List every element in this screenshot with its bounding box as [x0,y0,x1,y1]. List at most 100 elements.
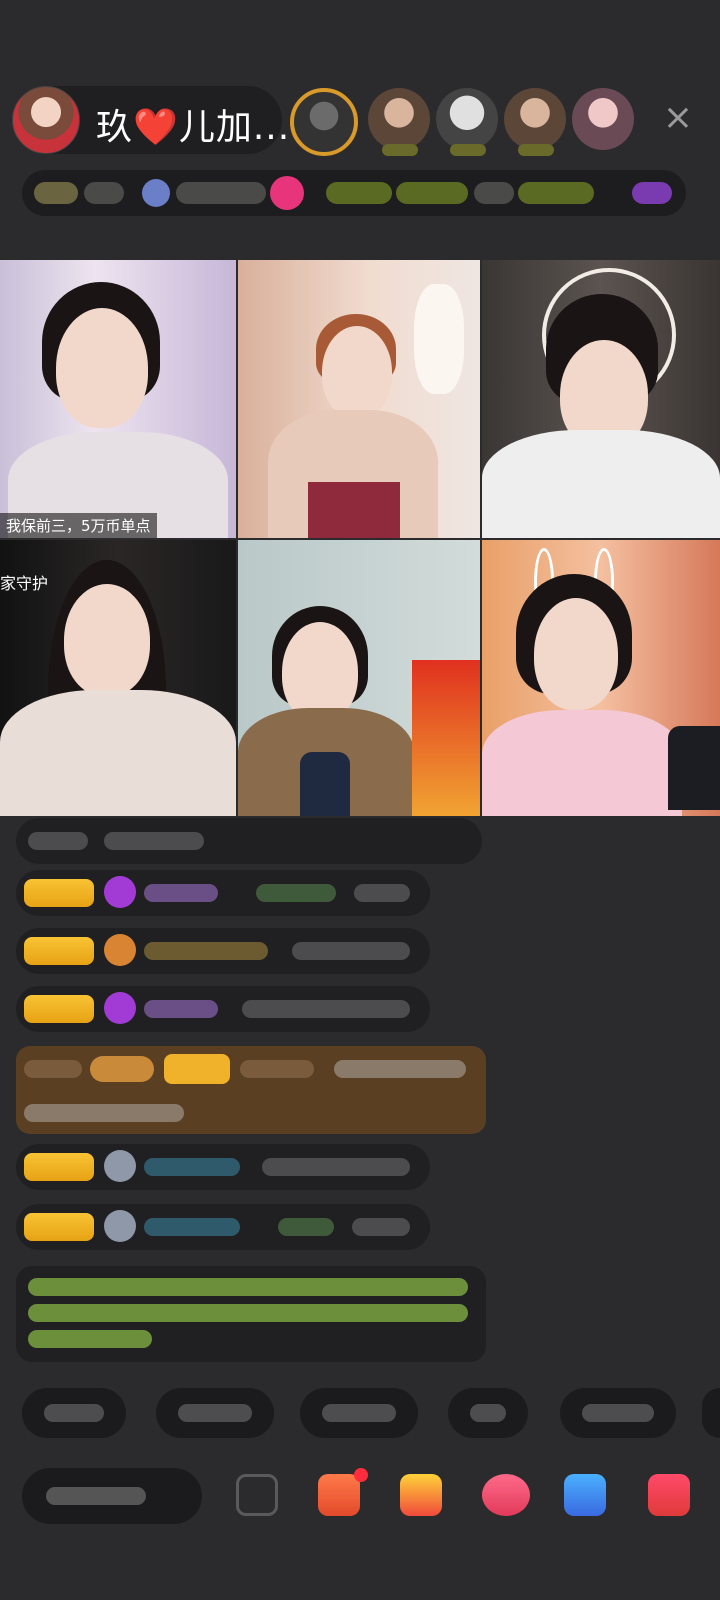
chat-message[interactable] [16,818,482,864]
tag [474,182,514,204]
more-icon[interactable] [648,1474,690,1516]
guest-face [322,326,392,418]
audience-rank-badge [518,144,554,156]
audience-avatar[interactable] [436,88,498,156]
blurred-text [24,1104,184,1122]
blurred-username[interactable] [144,1158,240,1176]
guest-video-tile[interactable] [238,540,480,816]
blurred-text [354,884,410,902]
badge [90,1056,154,1082]
badge [164,1054,230,1084]
tag [396,182,468,204]
gift-icon[interactable] [400,1474,442,1516]
quick-chip[interactable] [156,1388,274,1438]
gift-box-icon[interactable] [318,1474,360,1516]
gem-icon [104,1150,136,1182]
blurred-text [278,1218,334,1236]
audience-avatar[interactable] [368,88,430,156]
blurred-text [46,1487,146,1505]
guest-video-tile[interactable] [238,260,480,538]
tag [518,182,594,204]
comment-input[interactable] [22,1468,202,1524]
gem-icon [104,992,136,1024]
audience-avatar[interactable] [504,88,566,156]
guest-video-tile[interactable] [482,540,720,816]
gem-icon [104,876,136,908]
quick-chip[interactable] [702,1388,720,1438]
guest-body [482,430,720,538]
chat-message[interactable] [16,986,430,1032]
chat-message[interactable] [16,1144,430,1190]
heart-gift-icon[interactable] [270,176,304,210]
guest-video-tile[interactable]: 我保前三，5万币单点 [0,260,236,538]
audience-rank-badge [382,144,418,156]
audience-avatar[interactable] [572,88,634,150]
plush-bunny [414,284,464,394]
blurred-text [28,832,88,850]
host-name: 玖❤️儿加... [96,107,291,148]
blurred-text [582,1404,654,1422]
system-gift-notice[interactable] [16,1046,486,1134]
chat-message[interactable] [16,928,430,974]
guest-body [0,690,236,816]
blurred-text [24,1060,82,1078]
blurred-username[interactable] [144,884,218,902]
chat-message[interactable] [16,1204,430,1250]
host-avatar[interactable] [12,86,80,154]
level-badge [34,182,78,204]
lips-icon[interactable] [482,1474,530,1516]
guest-body [482,710,682,816]
gem-icon [104,934,136,966]
blurred-text [44,1404,104,1422]
audience-avatar[interactable] [290,88,358,156]
blurred-text [84,182,124,204]
blurred-text [334,1060,466,1078]
user-level-badge [24,995,94,1023]
tile-caption: 我保前三，5万币单点 [0,513,157,538]
notification-dot [354,1468,368,1482]
tag [326,182,392,204]
room-notice [16,1266,486,1362]
blurred-username[interactable] [144,1000,218,1018]
more-icon[interactable] [632,182,672,204]
microphone [668,726,720,810]
guest-video-tile[interactable]: 家守护 [0,540,236,816]
guest-face [64,584,150,696]
blurred-text [176,182,266,204]
guest-video-tile[interactable] [482,260,720,538]
quick-chip[interactable] [448,1388,528,1438]
multi-guest-video-grid: 我保前三，5万币单点 家守护 [0,260,720,816]
quick-chip[interactable] [560,1388,676,1438]
quick-chip[interactable] [22,1388,126,1438]
guest-face [534,598,618,710]
close-icon[interactable]: × [660,100,696,136]
guest-top [308,482,400,538]
guest-face [282,622,358,722]
host-info-pill[interactable]: 玖❤️儿加... [12,86,289,154]
gem-icon [104,1210,136,1242]
blurred-text [240,1060,314,1078]
microphone [300,752,350,816]
decor-poster [412,660,480,816]
blurred-text [104,832,204,850]
blurred-username[interactable] [144,942,268,960]
chat-message[interactable] [16,870,430,916]
user-level-badge [24,1213,94,1241]
blurred-text [28,1278,468,1296]
fan-icon [142,179,170,207]
live-info-bar[interactable] [22,170,686,216]
message-icon[interactable] [236,1474,278,1516]
guardian-label: 家守护 [0,574,49,593]
blurred-text [242,1000,410,1018]
share-icon[interactable] [564,1474,606,1516]
quick-chip[interactable] [300,1388,418,1438]
user-level-badge [24,1153,94,1181]
guest-face [56,308,148,428]
blurred-text [322,1404,396,1422]
audience-rank-badge [450,144,486,156]
user-level-badge [24,937,94,965]
blurred-text [28,1330,152,1348]
blurred-text [28,1304,468,1322]
blurred-username[interactable] [144,1218,240,1236]
heart-icon: ❤️ [133,107,179,148]
